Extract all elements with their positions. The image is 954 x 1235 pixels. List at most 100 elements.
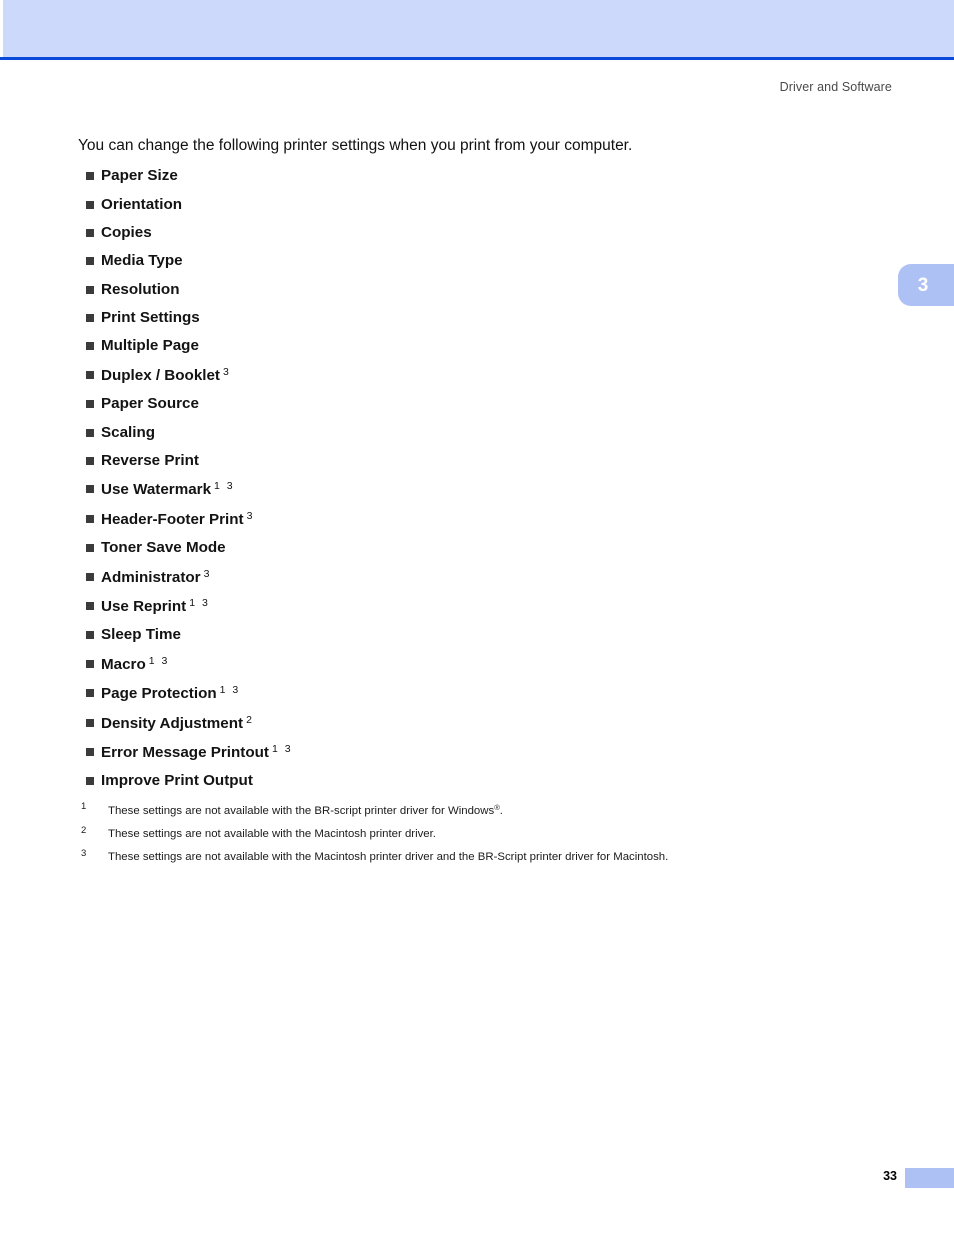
footnote-text-main: These settings are not available with th… xyxy=(108,804,495,817)
square-bullet-icon xyxy=(86,659,94,668)
setting-list-item: Copies xyxy=(78,225,878,240)
intro-paragraph: You can change the following printer set… xyxy=(78,137,633,154)
setting-label: Scaling xyxy=(101,423,156,441)
square-bullet-icon xyxy=(86,777,94,786)
setting-list-item: Resolution xyxy=(78,282,878,297)
setting-footnote-marker: 1 3 xyxy=(214,480,235,493)
setting-label: Sleep Time xyxy=(101,626,181,644)
setting-label: Paper Size xyxy=(101,167,178,185)
page-number: 33 xyxy=(883,1169,897,1183)
setting-footnote-marker: 3 xyxy=(223,365,231,378)
setting-footnote-marker: 1 3 xyxy=(219,684,241,697)
square-bullet-icon xyxy=(86,428,94,437)
square-bullet-icon xyxy=(86,172,94,181)
footnote: 1 These settings are not available with t… xyxy=(78,800,878,818)
setting-list-item: Header-Footer Print 3 xyxy=(78,511,878,527)
footer-accent-bar xyxy=(905,1168,954,1188)
square-bullet-icon xyxy=(86,400,94,409)
setting-footnote-marker: 1 3 xyxy=(148,654,170,667)
square-bullet-icon xyxy=(86,631,94,640)
setting-label: Reverse Print xyxy=(101,452,199,470)
setting-label: Use Reprint xyxy=(101,598,187,615)
setting-label: Header-Footer Print xyxy=(101,510,244,528)
square-bullet-icon xyxy=(86,485,94,494)
footnote-text-main: These settings are not available with th… xyxy=(108,827,436,840)
square-bullet-icon xyxy=(86,572,94,581)
setting-label: Toner Save Mode xyxy=(101,539,226,557)
setting-list-item: Improve Print Output xyxy=(78,773,878,788)
footnote: 3 These settings are not available with t… xyxy=(78,848,878,864)
top-banner-rule xyxy=(0,57,954,60)
setting-footnote-marker: 2 xyxy=(246,713,254,726)
square-bullet-icon xyxy=(86,257,94,266)
setting-list-item: Scaling xyxy=(78,425,878,440)
document-page: { "page": { "running_header": "Driver an… xyxy=(0,0,954,1235)
setting-label: Use Watermark xyxy=(101,481,212,499)
setting-list-item: Paper Size xyxy=(78,168,878,183)
square-bullet-icon xyxy=(86,747,94,756)
setting-label: Macro xyxy=(101,655,146,673)
footnote-number: 3 xyxy=(81,848,87,860)
printer-settings-list: Paper Size Orientation Copies Media Type Res… xyxy=(78,168,878,788)
setting-label: Improve Print Output xyxy=(101,772,253,790)
page-content: You can change the following printer set… xyxy=(78,136,878,873)
footnote-text-main: These settings are not available with th… xyxy=(108,851,669,864)
top-banner xyxy=(3,0,954,57)
setting-label: Print Settings xyxy=(101,309,200,327)
setting-footnote-marker: 1 3 xyxy=(271,742,293,755)
footnote-number: 2 xyxy=(81,824,87,836)
chapter-tab: 3 xyxy=(898,264,954,306)
square-bullet-icon xyxy=(86,602,94,610)
setting-list-item: Density Adjustment 2 xyxy=(78,713,878,732)
setting-label: Orientation xyxy=(101,195,183,213)
footnote: 2 These settings are not available with t… xyxy=(78,824,878,841)
setting-list-item: Use Watermark 1 3 xyxy=(78,480,878,499)
setting-label: Page Protection xyxy=(101,685,217,703)
setting-label: Administrator xyxy=(101,568,201,586)
setting-footnote-marker: 3 xyxy=(246,509,255,522)
setting-label: Error Message Printout xyxy=(101,743,269,761)
setting-label: Multiple Page xyxy=(101,337,199,355)
setting-list-item: Multiple Page xyxy=(78,337,878,355)
running-header: Driver and Software xyxy=(779,80,892,94)
square-bullet-icon xyxy=(86,228,94,237)
footnote-text: These settings are not available with th… xyxy=(108,851,668,863)
square-bullet-icon xyxy=(86,689,94,698)
setting-list-item: Orientation xyxy=(78,195,878,213)
square-bullet-icon xyxy=(86,314,94,323)
chapter-number: 3 xyxy=(917,274,929,296)
setting-list-item: Reverse Print xyxy=(78,453,878,468)
setting-label: Copies xyxy=(101,223,152,241)
setting-list-item: Error Message Printout 1 3 xyxy=(78,744,878,760)
setting-list-item: Print Settings xyxy=(78,310,878,325)
setting-label: Duplex / Booklet xyxy=(101,366,220,384)
setting-list-item: Use Reprint 1 3 xyxy=(78,598,878,614)
setting-label: Resolution xyxy=(101,280,180,298)
setting-label: Paper Source xyxy=(101,395,199,413)
setting-label: Density Adjustment xyxy=(101,714,244,732)
square-bullet-icon xyxy=(86,457,94,466)
setting-footnote-marker: 1 3 xyxy=(189,597,210,609)
square-bullet-icon xyxy=(86,544,94,553)
setting-list-item: Toner Save Mode xyxy=(78,540,878,555)
footnote-text: These settings are not available with th… xyxy=(108,828,436,840)
footnote-text: These settings are not available with th… xyxy=(108,803,503,817)
square-bullet-icon xyxy=(86,718,94,727)
setting-list-item: Administrator 3 xyxy=(78,567,878,586)
setting-list-item: Paper Source xyxy=(78,396,878,411)
square-bullet-icon xyxy=(86,285,94,294)
setting-footnote-marker: 3 xyxy=(203,567,212,580)
footnotes: 1 These settings are not available with t… xyxy=(78,800,878,865)
setting-list-item: Media Type xyxy=(78,253,878,268)
square-bullet-icon xyxy=(86,342,94,351)
footnote-number: 1 xyxy=(81,800,87,812)
setting-list-item: Sleep Time xyxy=(78,627,878,642)
square-bullet-icon xyxy=(86,514,94,523)
square-bullet-icon xyxy=(86,200,94,209)
footnote-text-tail: . xyxy=(499,804,503,817)
setting-list-item: Page Protection 1 3 xyxy=(78,685,878,701)
square-bullet-icon xyxy=(86,370,94,379)
setting-list-item: Macro 1 3 xyxy=(78,656,878,672)
setting-list-item: Duplex / Booklet 3 xyxy=(78,367,878,383)
setting-label: Media Type xyxy=(101,252,183,270)
